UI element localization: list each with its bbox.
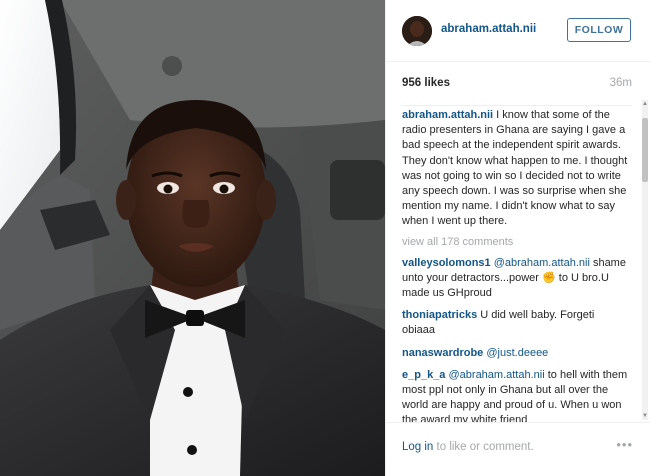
scroll-up-arrow-icon[interactable]: ▲	[642, 100, 648, 108]
more-options-icon[interactable]: •••	[616, 437, 633, 452]
login-prompt: Log in to like or comment.	[402, 441, 534, 453]
comment-mention[interactable]: @abraham.attah.nii	[449, 369, 545, 381]
post-sidebar: abraham.attah.nii FOLLOW 956 likes 36m a…	[385, 0, 650, 476]
comment-item: valleysolomons1 @abraham.attah.nii shame…	[402, 256, 630, 302]
comment-username[interactable]: e_p_k_a	[402, 369, 445, 381]
follow-button[interactable]: FOLLOW	[567, 18, 631, 42]
comments-scrollbar[interactable]: ▲ ▼	[642, 100, 648, 420]
post-time: 36m	[609, 77, 632, 89]
comment-username[interactable]: nanaswardrobe	[402, 347, 483, 359]
login-link[interactable]: Log in	[402, 441, 433, 453]
caption: abraham.attah.nii I know that some of th…	[402, 108, 630, 230]
comment-username[interactable]: valleysolomons1	[402, 257, 491, 269]
caption-username[interactable]: abraham.attah.nii	[402, 109, 493, 121]
instagram-post-embed: abraham.attah.nii FOLLOW 956 likes 36m a…	[0, 0, 650, 476]
login-prompt-text: to like or comment.	[433, 441, 534, 453]
header-username[interactable]: abraham.attah.nii	[441, 23, 536, 35]
post-stats: 956 likes 36m	[402, 77, 632, 106]
scrollbar-thumb[interactable]	[642, 118, 648, 182]
post-photo[interactable]	[0, 0, 385, 476]
avatar[interactable]	[402, 16, 432, 46]
comment-username[interactable]: thoniapatricks	[402, 309, 477, 321]
post-header: abraham.attah.nii FOLLOW	[386, 0, 650, 62]
comment-item: thoniapatricks U did well baby. Forgeti …	[402, 308, 630, 338]
scroll-down-arrow-icon[interactable]: ▼	[642, 412, 648, 420]
comment-mention[interactable]: @just.deeee	[486, 347, 548, 359]
comments-list[interactable]: abraham.attah.nii I know that some of th…	[402, 108, 630, 422]
comment-mention[interactable]: @abraham.attah.nii	[494, 257, 590, 269]
likes-count[interactable]: 956 likes	[402, 77, 450, 89]
view-all-comments-link[interactable]: view all 178 comments	[402, 236, 630, 248]
caption-text: I know that some of the radio presenters…	[402, 109, 628, 228]
comment-item: nanaswardrobe @just.deeee	[402, 346, 630, 361]
post-footer: Log in to like or comment. •••	[386, 422, 650, 476]
comment-item: e_p_k_a @abraham.attah.nii to hell with …	[402, 368, 630, 422]
